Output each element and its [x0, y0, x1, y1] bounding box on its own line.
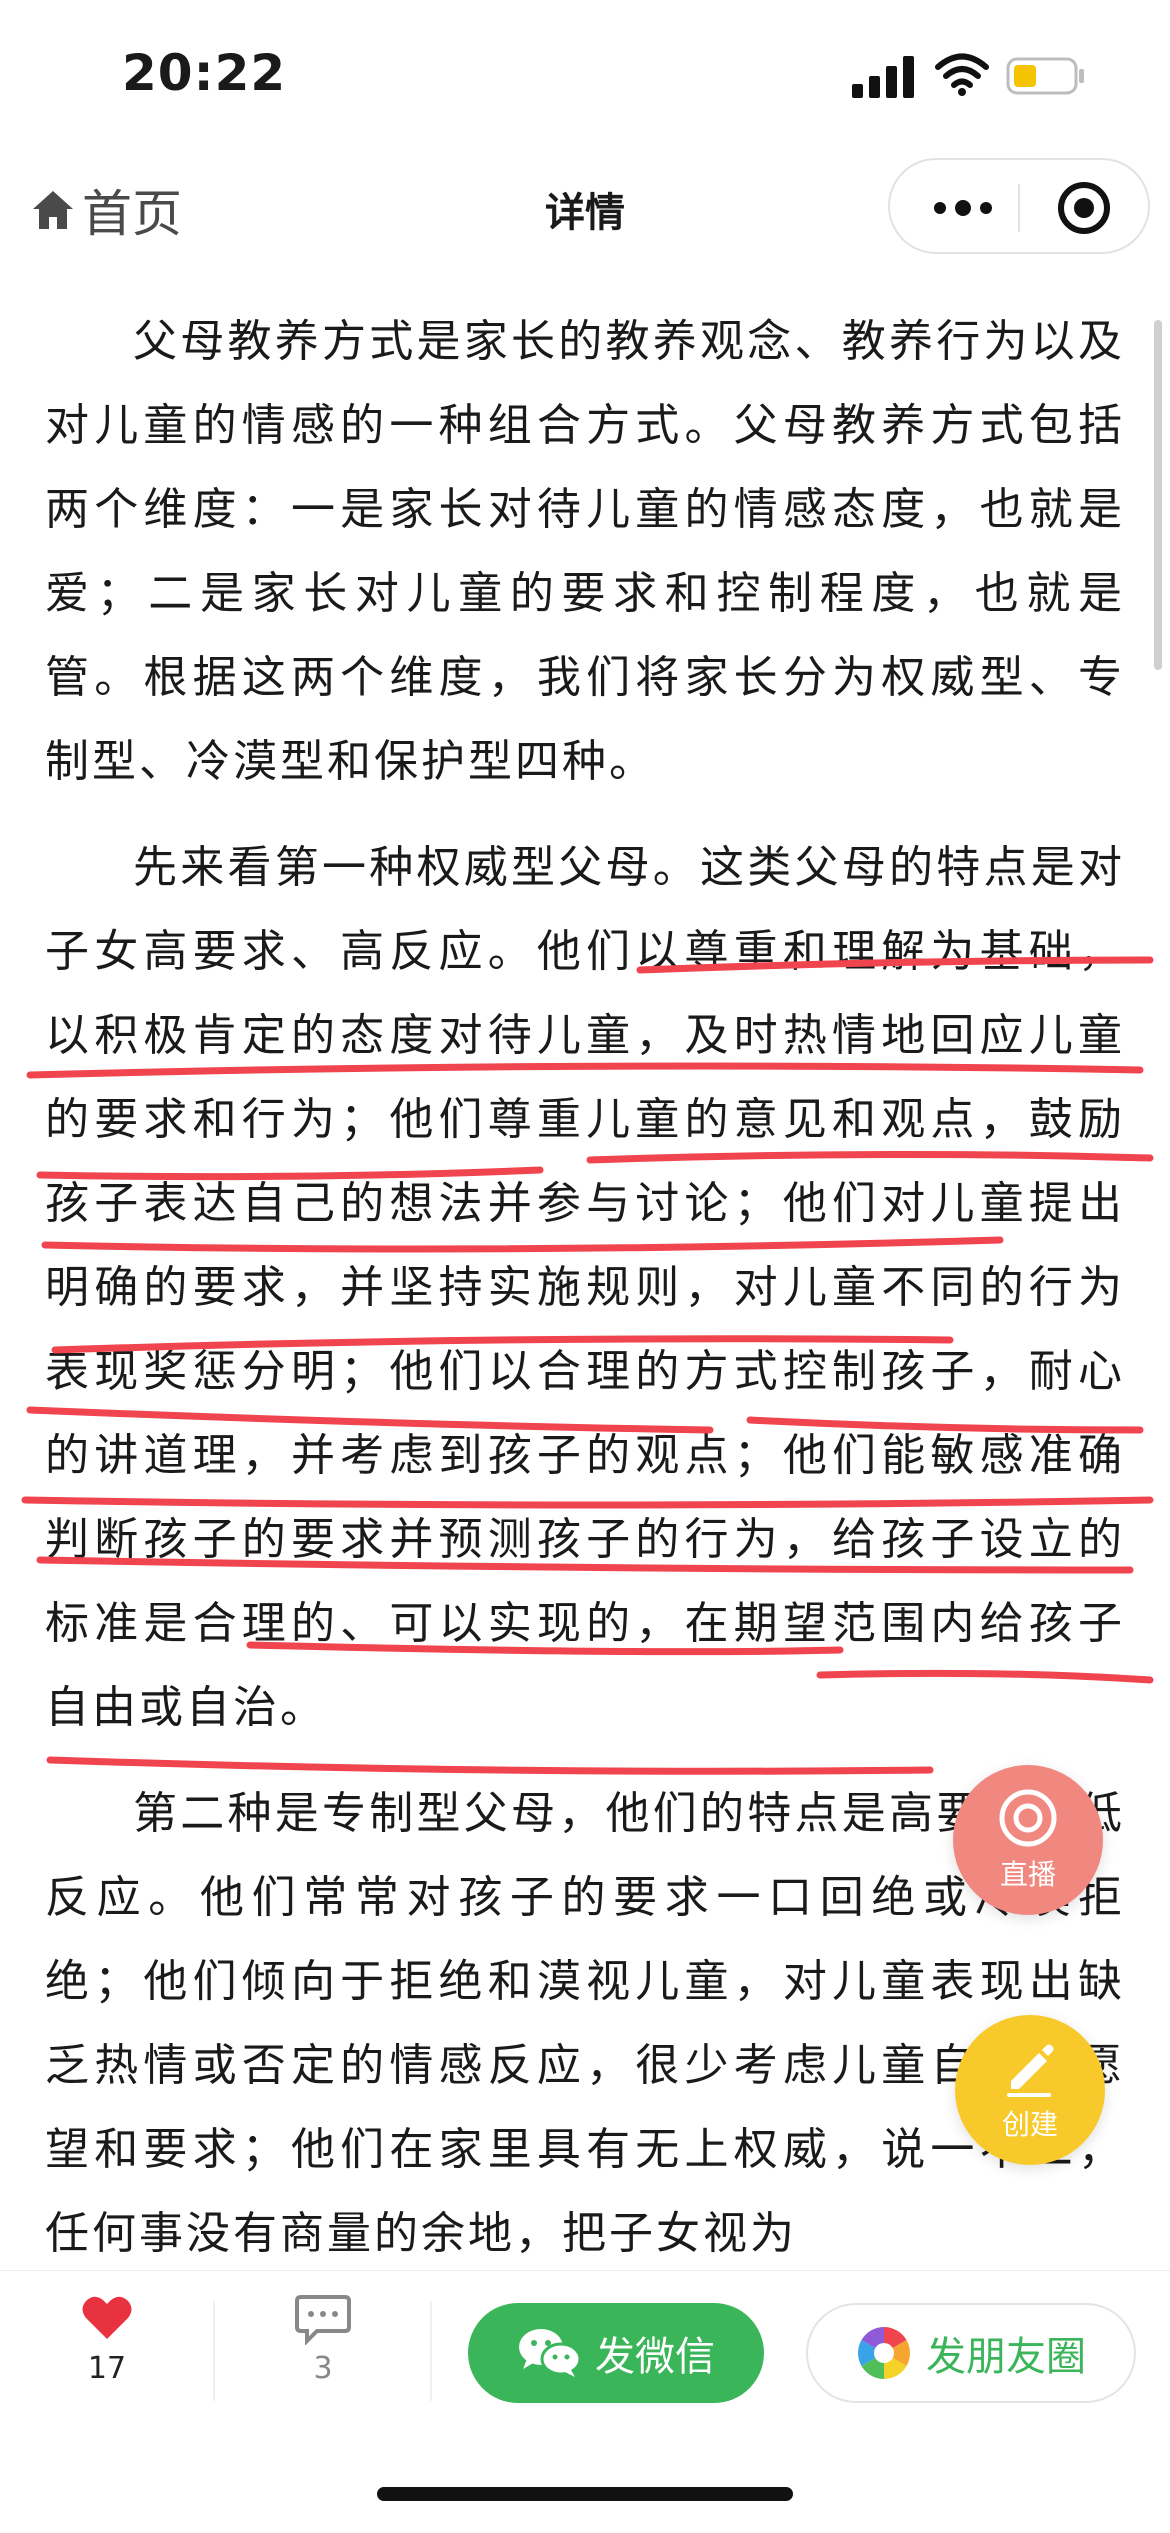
send-wechat-button[interactable]: 发微信 [468, 2303, 764, 2403]
wifi-icon [935, 53, 989, 96]
comment-count: 3 [313, 2351, 333, 2386]
miniprogram-capsule [888, 158, 1150, 254]
live-label: 直播 [999, 1858, 1056, 1891]
article-paragraph: 先来看第一种权威型父母。这类父母的特点是对子女高要求、高反应。他们以尊重和理解为… [45, 842, 1125, 1733]
wechat-label: 发微信 [595, 2334, 715, 2380]
comment-icon [295, 2295, 351, 2346]
share-moments-button[interactable]: 发朋友圈 [806, 2303, 1136, 2403]
article-paragraph: 父母教养方式是家长的教养观念、教养行为以及对儿童的情感的一种组合方式。父母教养方… [45, 316, 1125, 787]
edit-icon [1007, 2044, 1054, 2097]
create-label: 创建 [1001, 2108, 1058, 2141]
status-time: 20:22 [122, 44, 287, 102]
status-bar: 20:22 [0, 0, 1170, 150]
heart-icon [82, 2296, 132, 2339]
nav-bar: 首页 详情 [0, 150, 1170, 270]
create-button[interactable]: 创建 [955, 2015, 1105, 2165]
live-button[interactable]: 直播 [953, 1765, 1103, 1915]
home-indicator[interactable] [377, 2487, 793, 2501]
divider [430, 2301, 432, 2401]
divider [213, 2301, 215, 2401]
signal-icon [852, 56, 914, 98]
like-count: 17 [87, 2351, 127, 2386]
moments-icon [858, 2327, 910, 2379]
scrollbar[interactable] [1154, 320, 1162, 670]
wechat-icon [519, 2329, 581, 2377]
target-icon[interactable] [1056, 180, 1112, 236]
more-icon[interactable] [930, 196, 996, 220]
comment-button[interactable]: 3 [278, 2293, 368, 2386]
live-icon [999, 1789, 1057, 1847]
like-button[interactable]: 17 [62, 2295, 152, 2386]
capsule-divider [1018, 184, 1020, 232]
moments-label: 发朋友圈 [926, 2334, 1086, 2380]
article-body: 父母教养方式是家长的教养观念、教养行为以及对儿童的情感的一种组合方式。父母教养方… [45, 300, 1125, 2280]
battery-icon [1006, 57, 1084, 95]
